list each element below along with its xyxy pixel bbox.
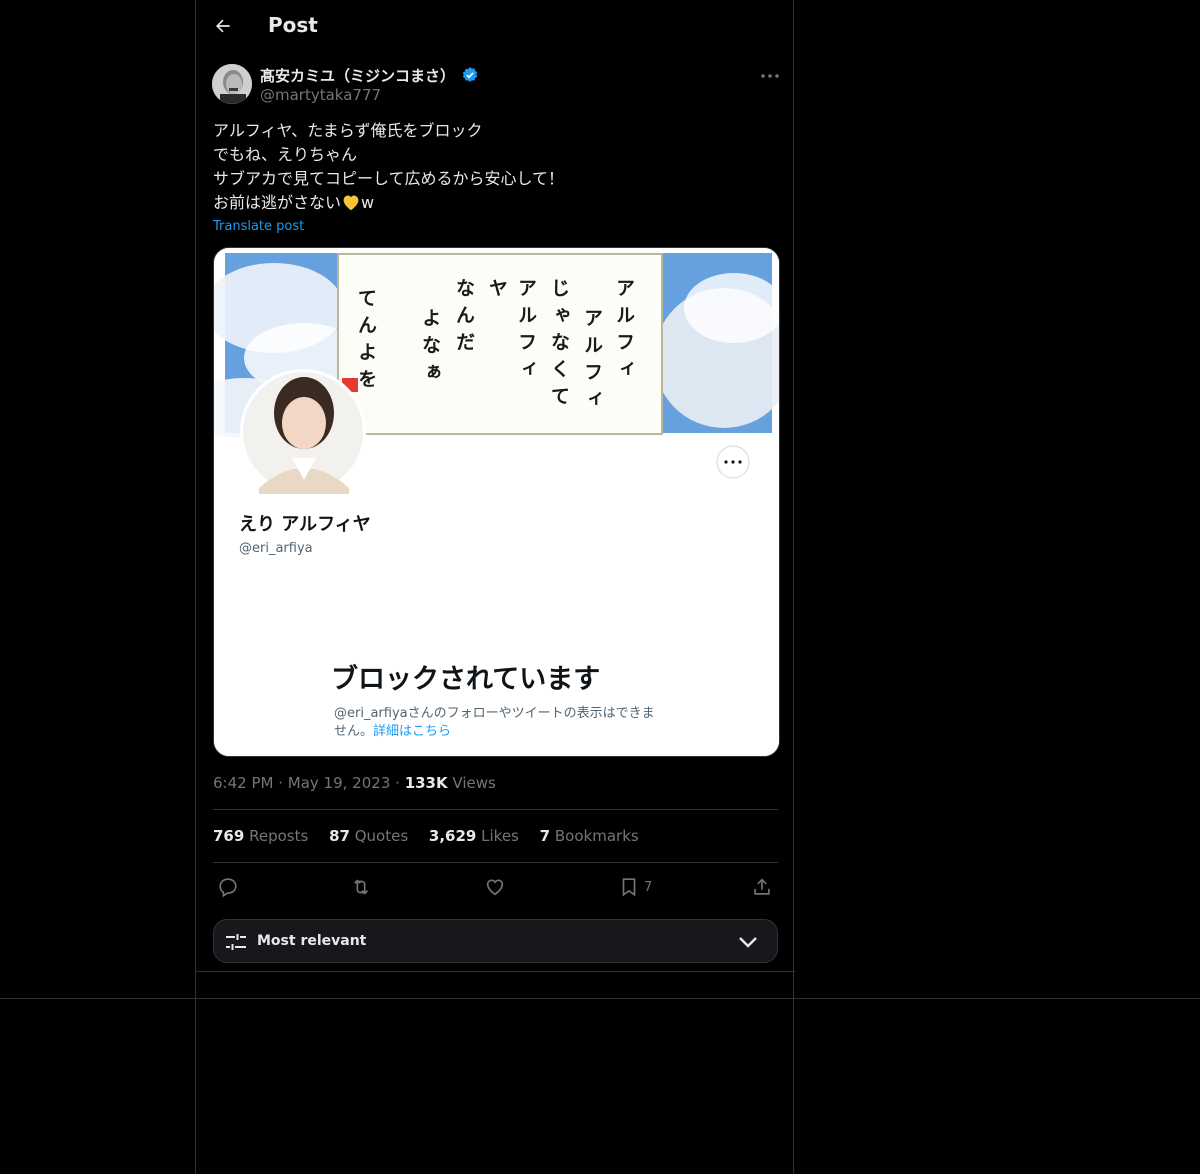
reposts-stat[interactable]: 769 Reposts [213,827,308,845]
like-button[interactable] [484,876,506,898]
quotes-count: 87 [329,827,350,845]
bookmark-icon [622,878,636,897]
heart-icon [486,879,504,896]
likes-count: 3,629 [428,827,477,845]
media-profile-handle: @eri_arfiya [239,541,313,556]
reply-icon [219,878,237,898]
post-text-line: お前は逃がさない w [213,191,773,215]
likes-stat[interactable]: 3,629 Likes [429,827,519,845]
post-time[interactable]: 6:42 PM [213,774,273,792]
author-name-text[interactable]: 髙安カミユ（ミジンコまさ） [260,67,455,85]
chevron-down-icon [739,937,757,948]
likes-label: Likes [481,827,519,845]
post-text-line: アルフィヤ、たまらず俺氏をブロック [213,121,483,140]
share-icon [754,878,770,895]
post-image[interactable]: えり アルフィヤ @eri_arfiya ブロックされています @eri_arf… [213,247,780,757]
divider [196,971,795,972]
author-handle[interactable]: @martytaka777 [260,86,381,104]
sliders-icon [226,934,246,950]
meta-separator: · [395,774,405,792]
media-blocked-desc2-prefix: せん。 [334,724,373,739]
media-blocked-desc: @eri_arfiyaさんのフォローやツイートの表示はできま [334,706,655,721]
quotes-stat[interactable]: 87 Quotes [329,827,408,845]
post-text-line: サブアカで見てコピーして広めるから安心して！ [213,169,565,188]
sort-label: Most relevant [257,933,367,949]
media-blocked-title: ブロックされています [331,663,600,695]
post-date[interactable]: May 19, 2023 [288,774,391,792]
reply-button[interactable] [217,876,239,898]
bookmarks-stat[interactable]: 7 Bookmarks [540,827,639,845]
post-text-line: でもね、えりちゃん [213,145,358,164]
sign-column: なんだ [453,278,475,359]
more-options-icon[interactable] [758,66,782,86]
divider [0,998,1200,999]
sign-column: よなぁ [419,308,441,389]
avatar[interactable] [212,64,252,104]
post-author: 髙安カミユ（ミジンコまさ） @martytaka777 [212,64,782,108]
media-profile-name: えり アルフィヤ [239,514,371,535]
bookmarks-label: Bookmarks [554,827,639,845]
page-title: Post [268,13,318,37]
media-blocked-desc2: せん。詳細はこちら [334,723,451,739]
quotes-label: Quotes [354,827,409,845]
reposts-count: 769 [213,827,245,845]
verified-badge-icon [462,67,478,82]
action-bar: 7 [213,872,778,904]
author-name[interactable]: 髙安カミユ（ミジンコまさ） [260,65,479,86]
bookmark-count: 7 [644,879,653,895]
arrow-left-icon[interactable] [213,16,233,36]
repost-button[interactable] [350,876,372,898]
divider [213,862,778,863]
meta-separator: · [278,774,288,792]
post-text: アルフィヤ、たまらず俺氏をブロック でもね、えりちゃん サブアカで見てコピーして… [213,119,773,215]
sign-column: アルフィ [515,278,537,386]
views-label: Views [452,774,496,792]
media-blocked-link: 詳細はこちら [373,723,451,739]
post-stats: 769 Reposts 87 Quotes 3,629 Likes 7 Book… [213,827,655,845]
post-meta: 6:42 PM · May 19, 2023 · 133K Views [213,774,496,792]
screenshot-image: えり アルフィヤ @eri_arfiya ブロックされています @eri_arf… [214,248,779,756]
translate-post-link[interactable]: Translate post [213,219,304,234]
post-header: Post [196,0,795,53]
sign-column: アルフィ [581,308,603,416]
post-text-suffix: w [361,193,375,212]
sign-column: ヤ [486,278,508,305]
sign-column: てんよを [355,288,377,396]
bookmarks-count: 7 [539,827,551,845]
views-count: 133K [404,774,448,792]
repost-icon [353,879,369,895]
sign-column: じゃなくて [548,278,570,413]
yellow-heart-emoji-icon [343,195,359,211]
divider [213,809,778,810]
share-button[interactable] [751,876,773,898]
bookmark-button[interactable]: 7 [618,876,652,898]
reposts-label: Reposts [249,827,309,845]
sign-column: アルフィ [613,278,635,386]
sort-replies-dropdown[interactable]: Most relevant [213,919,778,963]
post-text-line-text: お前は逃がさない [213,193,342,212]
